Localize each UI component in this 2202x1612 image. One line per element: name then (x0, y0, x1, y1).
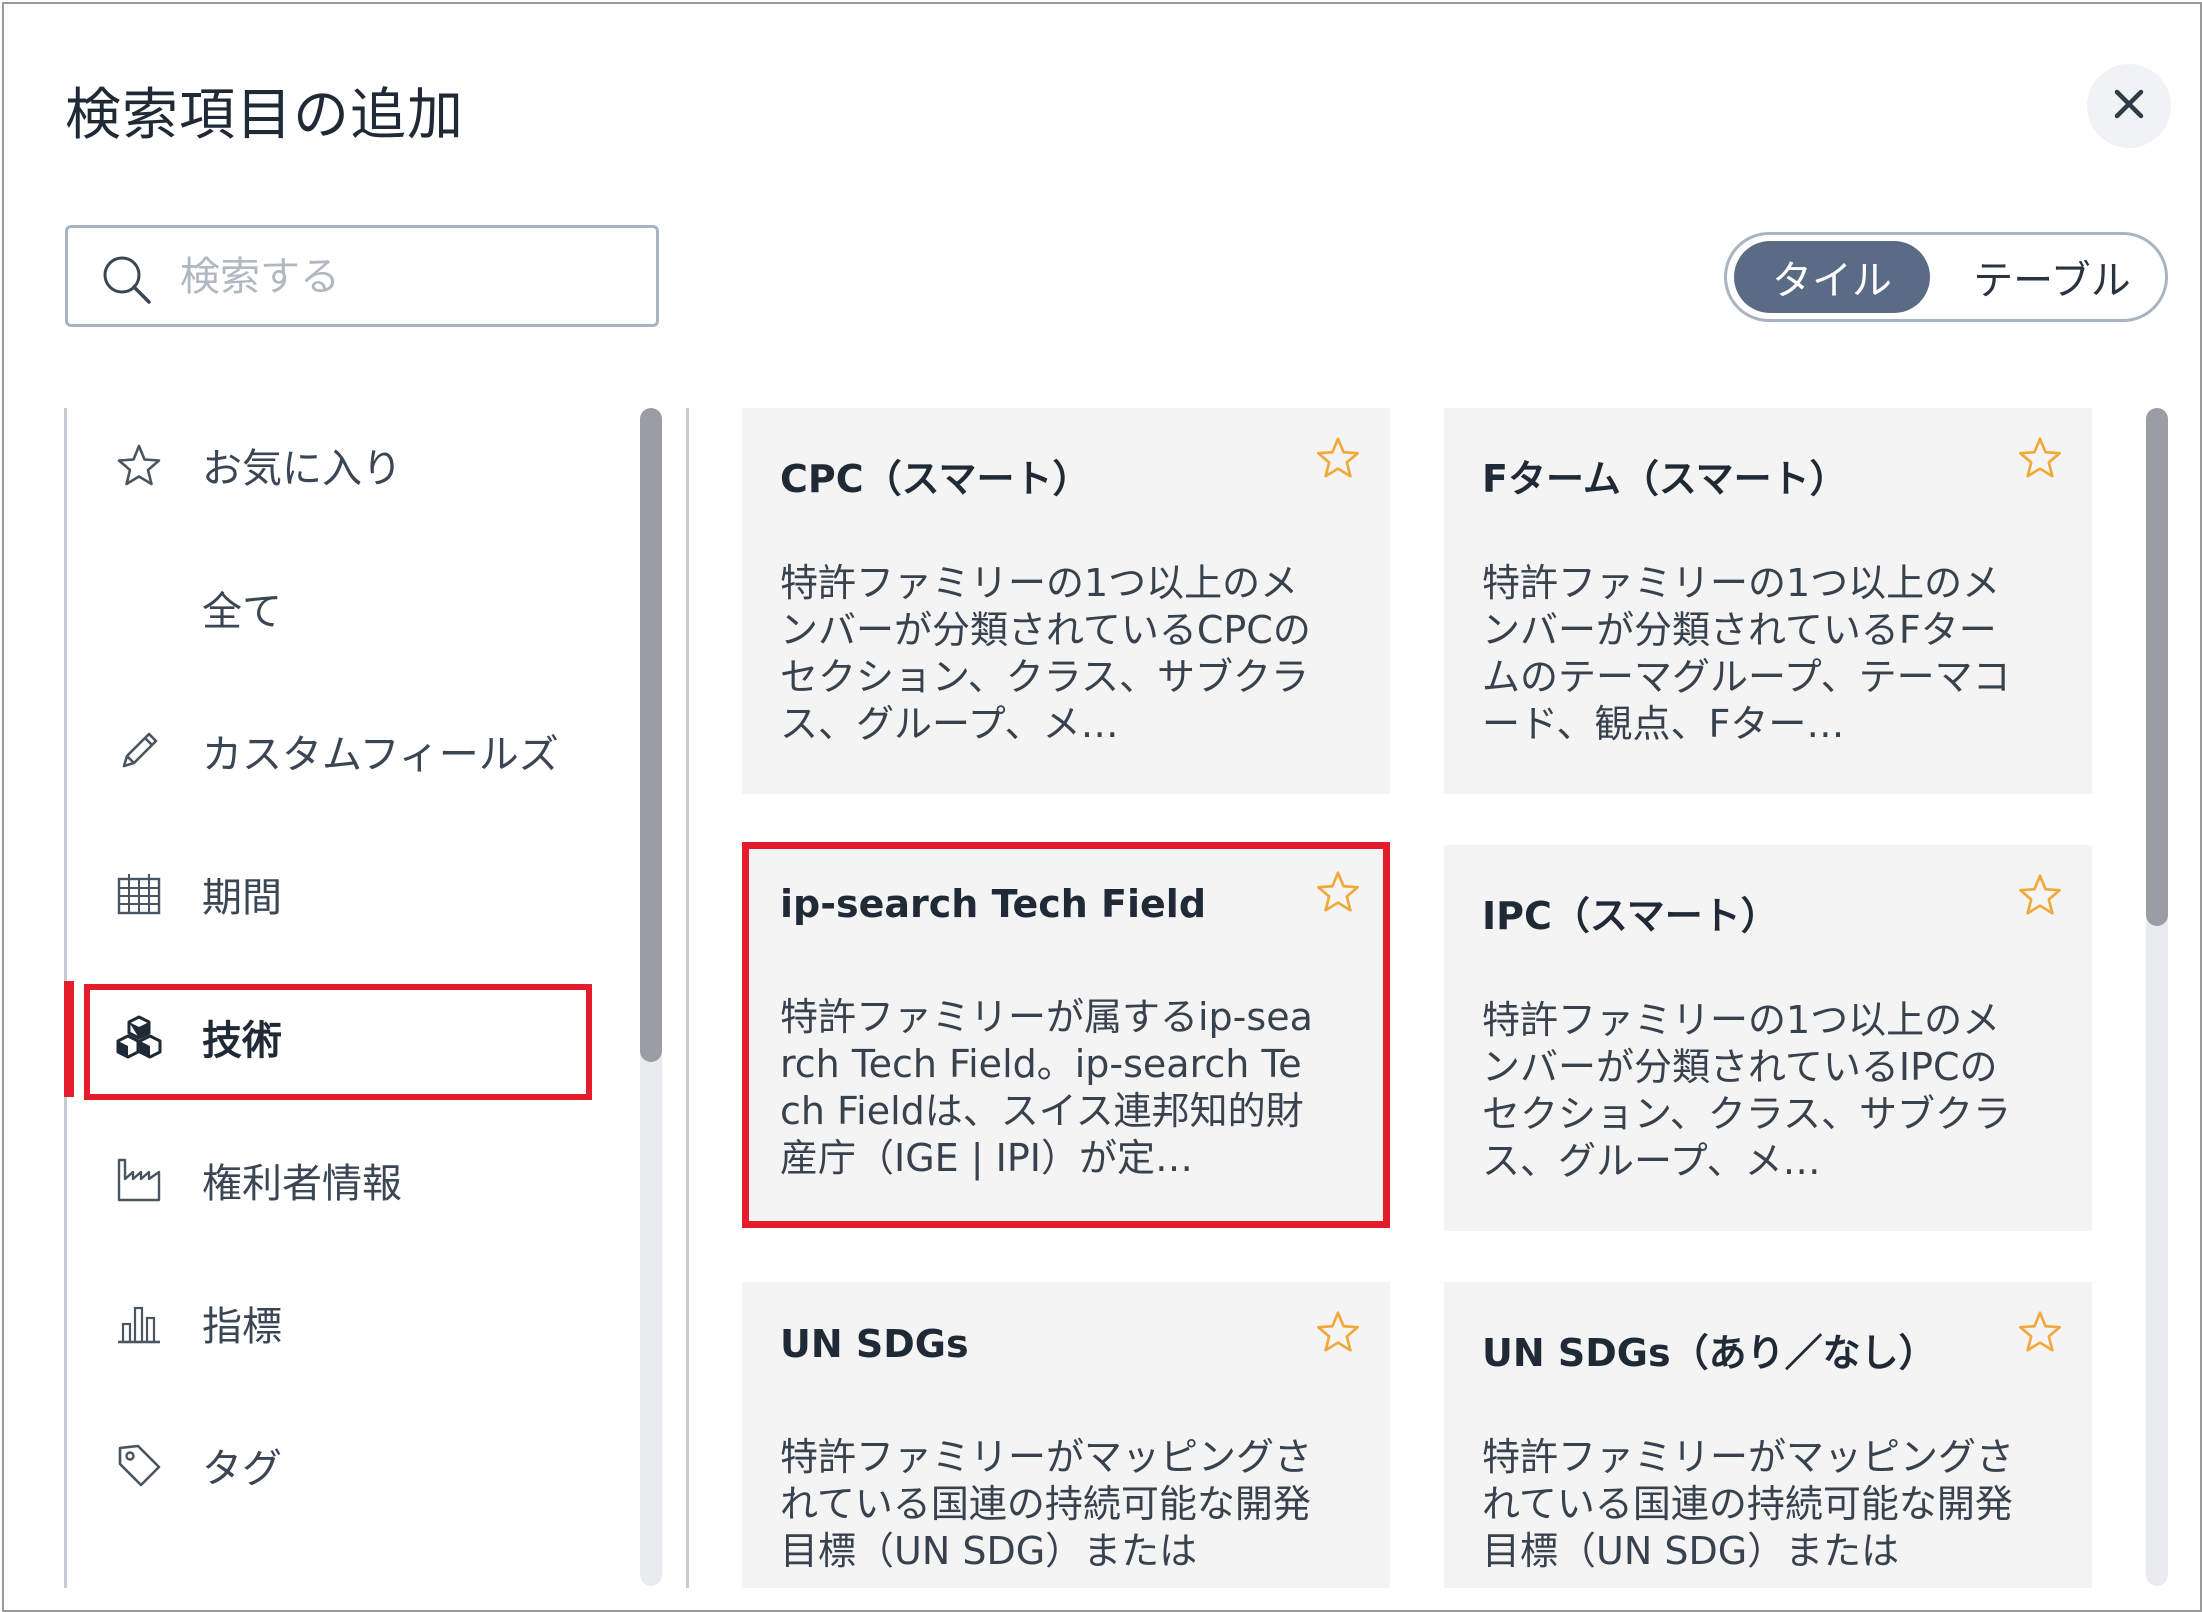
tile-un-sdgs-yes-no[interactable]: UN SDGs（あり／なし） 特許ファミリーがマッピングされている国連の持続可能… (1444, 1282, 2092, 1588)
tile-description: 特許ファミリーがマッピングされている国連の持続可能な開発目標（UN SDG）また… (780, 1435, 1313, 1573)
sidebar-active-indicator (64, 981, 74, 1097)
panel-divider (686, 408, 689, 1588)
tile-description: 特許ファミリーがマッピングされている国連の持続可能な開発目標（UN SDG）また… (1482, 1435, 2015, 1573)
tile-grid: CPC（スマート） 特許ファミリーの1つ以上のメンバーが分類されているCPCのセ… (742, 408, 2102, 1588)
favorite-star-icon[interactable] (1314, 1308, 1362, 1360)
add-search-item-dialog: 検索項目の追加 タイル テーブル お気に入り 全て カスタムフィールズ (2, 2, 2202, 1612)
sidebar-item-label: 期間 (202, 875, 282, 921)
tile-title: ip-search Tech Field (780, 882, 1207, 926)
toggle-tile[interactable]: タイル (1734, 241, 1930, 313)
tile-title: Fターム（スマート） (1482, 457, 1848, 501)
tile-description: 特許ファミリーが属するip-search Tech Field。ip-searc… (780, 995, 1313, 1180)
sidebar-item-favorites[interactable]: お気に入り (84, 410, 624, 520)
bar-chart-icon (114, 1298, 164, 1348)
tile-title: UN SDGs (780, 1322, 969, 1366)
tile-grid-scrollbar-thumb[interactable] (2146, 408, 2168, 926)
search-box (65, 225, 659, 327)
tile-cpc-smart[interactable]: CPC（スマート） 特許ファミリーの1つ以上のメンバーが分類されているCPCのセ… (742, 408, 1390, 794)
sidebar-item-period[interactable]: 期間 (84, 839, 624, 949)
sidebar-item-custom-fields[interactable]: カスタムフィールズ (84, 696, 624, 806)
sidebar-item-label: 全て (202, 589, 282, 635)
favorite-star-icon[interactable] (2016, 434, 2064, 486)
tile-ip-search-tech-field[interactable]: ip-search Tech Field 特許ファミリーが属するip-searc… (742, 842, 1390, 1228)
tag-icon (114, 1440, 164, 1490)
search-icon (100, 253, 154, 311)
tile-title: CPC（スマート） (780, 457, 1091, 501)
factory-icon (114, 1155, 164, 1205)
sidebar-item-label: 権利者情報 (202, 1161, 402, 1207)
tile-description: 特許ファミリーの1つ以上のメンバーが分類されているFタームのテーマグループ、テー… (1482, 561, 2011, 746)
view-toggle: タイル テーブル (1724, 232, 2168, 322)
sidebar-item-all[interactable]: 全て (84, 553, 624, 663)
sidebar-item-metrics[interactable]: 指標 (84, 1268, 624, 1378)
close-icon (2111, 86, 2147, 126)
favorite-star-icon[interactable] (1314, 868, 1362, 920)
calendar-icon (114, 869, 164, 919)
cubes-icon (114, 1012, 164, 1062)
sidebar-scrollbar-thumb[interactable] (640, 408, 662, 1062)
search-input[interactable] (178, 246, 642, 308)
sidebar-item-label: カスタムフィールズ (202, 732, 559, 778)
tile-description: 特許ファミリーの1つ以上のメンバーが分類されているIPCのセクション、クラス、サ… (1482, 998, 2011, 1183)
favorite-star-icon[interactable] (2016, 871, 2064, 923)
close-button[interactable] (2087, 64, 2171, 148)
dialog-title: 検索項目の追加 (65, 83, 464, 148)
toggle-table[interactable]: テーブル (1947, 241, 2157, 313)
tile-description: 特許ファミリーの1つ以上のメンバーが分類されているCPCのセクション、クラス、サ… (780, 561, 1311, 746)
sidebar-item-technology[interactable]: 技術 (84, 982, 624, 1092)
tile-ipc-smart[interactable]: IPC（スマート） 特許ファミリーの1つ以上のメンバーが分類されているIPCのセ… (1444, 845, 2092, 1231)
sidebar-item-label: タグ (202, 1446, 282, 1492)
tile-title: IPC（スマート） (1482, 894, 1779, 938)
star-icon (114, 440, 164, 490)
sidebar-item-tags[interactable]: タグ (84, 1410, 624, 1520)
pencil-icon (114, 726, 164, 776)
tile-un-sdgs[interactable]: UN SDGs 特許ファミリーがマッピングされている国連の持続可能な開発目標（U… (742, 1282, 1390, 1588)
tile-title: UN SDGs（あり／なし） (1482, 1331, 1937, 1375)
tile-fterm-smart[interactable]: Fターム（スマート） 特許ファミリーの1つ以上のメンバーが分類されているFターム… (1444, 408, 2092, 794)
favorite-star-icon[interactable] (1314, 434, 1362, 486)
sidebar-item-label: お気に入り (202, 446, 402, 492)
favorite-star-icon[interactable] (2016, 1308, 2064, 1360)
sidebar-item-label: 指標 (202, 1304, 282, 1350)
sidebar-item-assignee-info[interactable]: 権利者情報 (84, 1125, 624, 1235)
sidebar-item-label: 技術 (202, 1018, 282, 1064)
